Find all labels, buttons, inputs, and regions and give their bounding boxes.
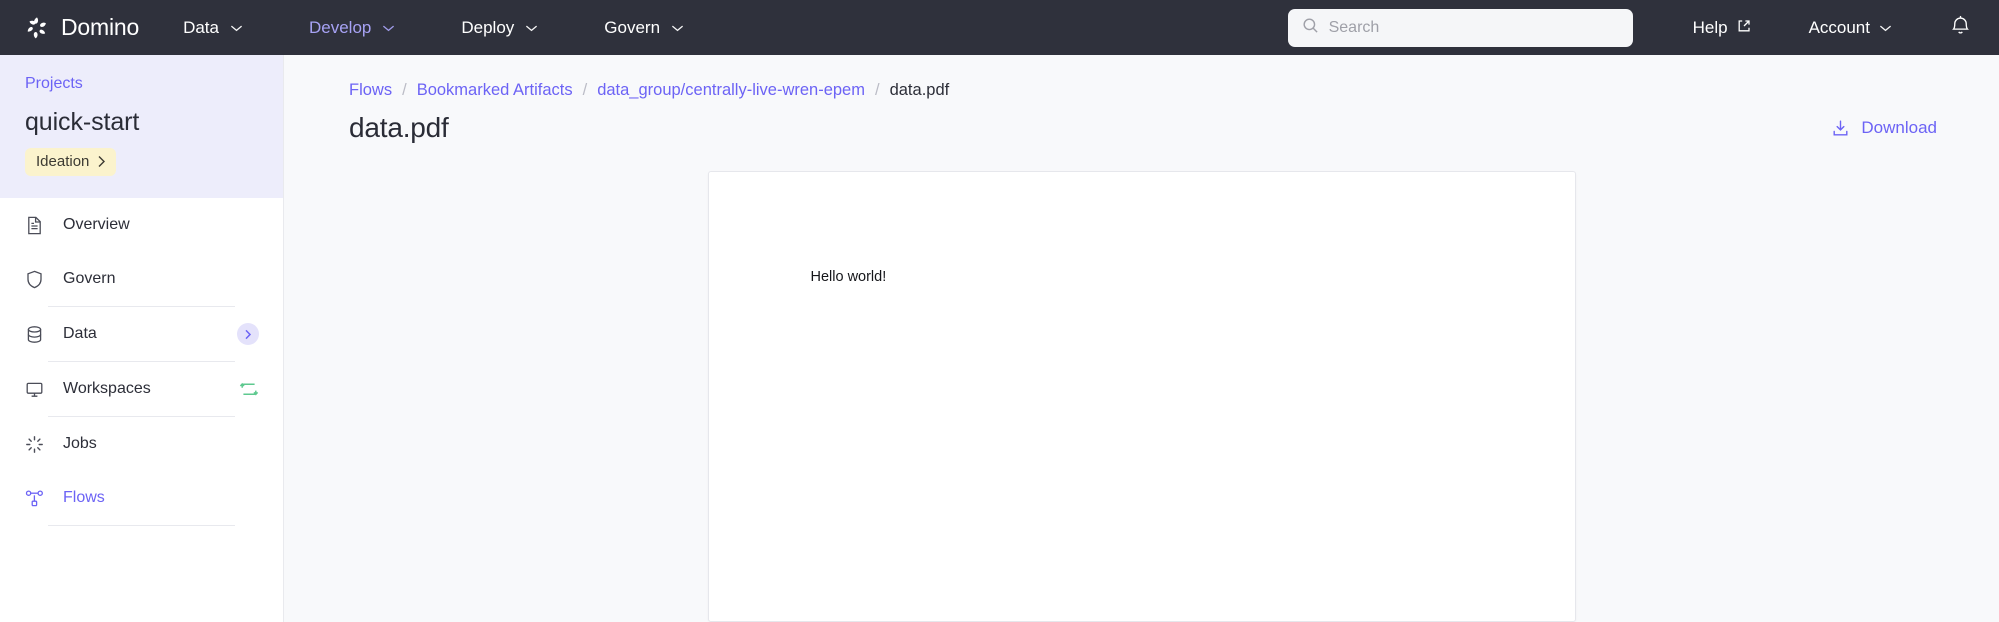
nav-item-label: Deploy (461, 17, 515, 37)
projects-link[interactable]: Projects (25, 75, 258, 93)
pdf-body-text: Hello world! (810, 269, 887, 285)
chevron-down-icon (230, 24, 243, 32)
page-title: data.pdf (349, 112, 449, 143)
spinner-icon (24, 434, 45, 455)
download-icon (1831, 119, 1850, 138)
sidebar-item-overview[interactable]: Overview (24, 198, 259, 252)
sidebar-header: Projects quick-start Ideation (0, 55, 283, 198)
sidebar-item-label: Data (63, 325, 97, 342)
download-label: Download (1861, 118, 1937, 137)
nav-item-develop[interactable]: Develop (309, 12, 395, 44)
chevron-right-icon (97, 155, 106, 168)
breadcrumb-item-current: data.pdf (889, 81, 950, 99)
chevron-down-icon (382, 24, 395, 32)
title-row: data.pdf Download (349, 112, 1937, 144)
content-header: Flows / Bookmarked Artifacts / data_grou… (284, 55, 1999, 144)
project-name: quick-start (25, 108, 140, 136)
sidebar-item-flows[interactable]: Flows (24, 471, 259, 525)
nav-item-data[interactable]: Data (183, 12, 243, 44)
sync-icon (239, 381, 259, 398)
nav-item-label: Govern (604, 17, 661, 37)
project-stage-badge[interactable]: Ideation (25, 148, 117, 176)
document-icon (24, 215, 45, 236)
sidebar-item-label: Workspaces (63, 380, 151, 397)
breadcrumb-separator: / (874, 81, 880, 99)
node-graph-icon (24, 488, 45, 509)
chevron-down-icon (1879, 24, 1892, 32)
sidebar-item-govern[interactable]: Govern (24, 252, 259, 306)
help-link[interactable]: Help (1693, 18, 1751, 38)
sidebar-item-jobs[interactable]: Jobs (24, 417, 259, 471)
sidebar-item-data[interactable]: Data (24, 307, 259, 361)
nav-item-label: Develop (308, 17, 372, 37)
external-link-icon (1737, 18, 1751, 38)
primary-nav: Data Develop Deploy Govern (183, 12, 750, 44)
domino-pinwheel-logo-icon (24, 15, 50, 41)
project-sidebar: Projects quick-start Ideation Overview G… (0, 55, 284, 622)
pdf-viewer[interactable]: Hello world! (284, 144, 1999, 622)
breadcrumb-item-bookmarked-artifacts[interactable]: Bookmarked Artifacts (417, 81, 573, 100)
top-navigation-bar: Domino Data Develop Deploy Govern Search… (0, 0, 1999, 55)
app-root: Domino Data Develop Deploy Govern Search… (0, 0, 1999, 622)
database-icon (24, 324, 45, 345)
main-content: Flows / Bookmarked Artifacts / data_grou… (284, 55, 1999, 622)
brand-logo-link[interactable]: Domino (24, 14, 139, 41)
breadcrumb-separator: / (582, 81, 588, 99)
account-label: Account (1808, 17, 1870, 37)
search-icon (1302, 17, 1319, 39)
sidebar-item-label: Flows (63, 489, 105, 506)
sidebar-item-label: Overview (63, 216, 130, 233)
search-input[interactable]: Search (1287, 8, 1633, 47)
pdf-page: Hello world! (707, 171, 1576, 622)
nav-item-label: Data (183, 17, 219, 37)
sidebar-divider (48, 525, 235, 526)
account-menu[interactable]: Account (1809, 18, 1892, 38)
chevron-down-icon (525, 24, 538, 32)
sidebar-item-workspaces[interactable]: Workspaces (24, 362, 259, 416)
monitor-icon (24, 379, 45, 400)
download-button[interactable]: Download (1831, 118, 1937, 138)
help-label: Help (1692, 17, 1728, 37)
breadcrumb-item-flows[interactable]: Flows (349, 81, 392, 100)
search-placeholder: Search (1328, 18, 1380, 36)
stage-badge-label: Ideation (36, 153, 90, 170)
sidebar-item-label: Govern (63, 270, 116, 287)
nav-item-govern[interactable]: Govern (604, 12, 684, 44)
sidebar-item-label: Jobs (63, 435, 97, 452)
app-body: Projects quick-start Ideation Overview G… (0, 55, 1999, 622)
brand-name: Domino (61, 14, 140, 40)
sidebar-nav-list: Overview Govern Data Workspaces Jobs Flo… (0, 198, 283, 526)
shield-icon (24, 269, 45, 290)
notifications-bell-icon[interactable] (1950, 14, 1971, 42)
data-expand-badge[interactable] (237, 323, 259, 345)
breadcrumb-item-data-group[interactable]: data_group/centrally-live-wren-epem (597, 81, 865, 100)
breadcrumb: Flows / Bookmarked Artifacts / data_grou… (349, 81, 1937, 100)
chevron-down-icon (671, 24, 684, 32)
breadcrumb-separator: / (402, 81, 407, 99)
nav-item-deploy[interactable]: Deploy (461, 12, 538, 44)
